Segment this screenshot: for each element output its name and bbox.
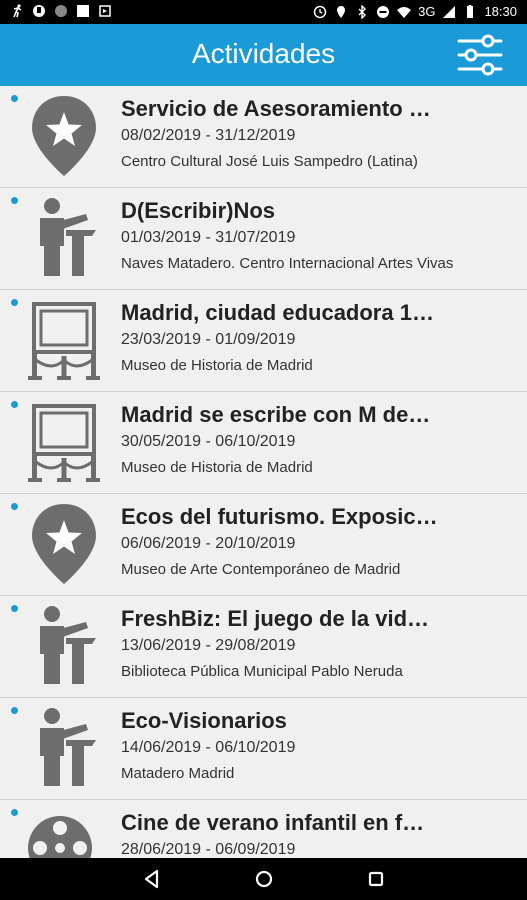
do-not-disturb-icon xyxy=(377,5,390,18)
sync-icon xyxy=(313,5,327,18)
circle-icon xyxy=(55,5,67,17)
activity-dates: 06/06/2019 - 20/10/2019 xyxy=(121,535,296,552)
sliders-icon[interactable] xyxy=(457,33,503,77)
activity-item[interactable]: FreshBiz: El juego de la vid… 13/06/2019… xyxy=(0,596,527,698)
activity-runner-icon xyxy=(13,4,22,18)
page-title: Actividades xyxy=(191,38,336,69)
star-pin-icon xyxy=(32,504,96,584)
battery-icon xyxy=(467,4,474,18)
activity-item[interactable]: Ecos del futurismo. Exposic… 06/06/2019 … xyxy=(0,494,527,596)
wifi-icon xyxy=(397,6,412,18)
activity-item[interactable]: Cine de verano infantil en f… 28/06/2019… xyxy=(0,800,527,858)
activity-dates: 28/06/2019 - 06/09/2019 xyxy=(121,841,296,858)
speaker-podium-icon xyxy=(40,708,96,786)
activity-item[interactable]: Madrid, ciudad educadora 1… 23/03/2019 -… xyxy=(0,290,527,392)
activity-dates: 23/03/2019 - 01/09/2019 xyxy=(121,331,296,348)
app-bar: Actividades xyxy=(0,24,527,86)
activity-title: Servicio de Asesoramiento … xyxy=(121,96,431,121)
activity-dates: 08/02/2019 - 31/12/2019 xyxy=(121,127,296,144)
unread-dot xyxy=(11,809,18,816)
activity-dates: 13/06/2019 - 29/08/2019 xyxy=(121,637,296,654)
activity-dates: 01/03/2019 - 31/07/2019 xyxy=(121,229,296,246)
activity-dates: 30/05/2019 - 06/10/2019 xyxy=(121,433,296,450)
square-icon xyxy=(77,5,89,17)
activity-item[interactable]: D(Escribir)Nos 01/03/2019 - 31/07/2019 N… xyxy=(0,188,527,290)
museum-exhibit-icon xyxy=(28,302,100,380)
activity-place: Naves Matadero. Centro Internacional Art… xyxy=(121,255,454,272)
unread-dot xyxy=(11,401,18,408)
bluetooth-icon xyxy=(358,4,367,19)
home-circle-icon[interactable] xyxy=(251,866,277,892)
signal-icon xyxy=(443,5,456,18)
activity-item[interactable]: Servicio de Asesoramiento … 08/02/2019 -… xyxy=(0,86,527,188)
status-bar: 3G 18:30 xyxy=(0,0,527,24)
unread-dot xyxy=(11,197,18,204)
activity-title: Madrid se escribe con M de… xyxy=(121,402,431,427)
location-icon xyxy=(337,5,346,18)
unread-dot xyxy=(11,707,18,714)
unread-dot xyxy=(11,95,18,102)
clock-label: 18:30 xyxy=(484,4,517,19)
unread-dot xyxy=(11,605,18,612)
unread-dot xyxy=(11,503,18,510)
activity-title: Madrid, ciudad educadora 1… xyxy=(121,300,434,325)
cast-icon xyxy=(99,5,111,17)
notification-mute-icon xyxy=(33,5,45,17)
speaker-podium-icon xyxy=(40,198,96,276)
activity-place: Matadero Madrid xyxy=(121,765,235,782)
activity-title: D(Escribir)Nos xyxy=(121,198,276,223)
activity-place: Museo de Historia de Madrid xyxy=(121,459,313,476)
activity-place: Centro Cultural José Luis Sampedro (Lati… xyxy=(121,153,418,170)
activity-title: Cine de verano infantil en f… xyxy=(121,810,425,835)
activity-title: Eco-Visionarios xyxy=(121,708,287,733)
museum-exhibit-icon xyxy=(28,404,100,482)
activities-list[interactable]: Servicio de Asesoramiento … 08/02/2019 -… xyxy=(0,86,527,858)
activity-title: Ecos del futurismo. Exposic… xyxy=(121,504,438,529)
unread-dot xyxy=(11,299,18,306)
speaker-podium-icon xyxy=(40,606,96,684)
activity-place: Museo de Historia de Madrid xyxy=(121,357,313,374)
activity-dates: 14/06/2019 - 06/10/2019 xyxy=(121,739,296,756)
film-reel-icon xyxy=(28,816,92,858)
activity-title: FreshBiz: El juego de la vid… xyxy=(121,606,430,631)
back-triangle-icon[interactable] xyxy=(139,866,165,892)
activity-item[interactable]: Madrid se escribe con M de… 30/05/2019 -… xyxy=(0,392,527,494)
network-type-label: 3G xyxy=(418,4,436,19)
activity-place: Museo de Arte Contemporáneo de Madrid xyxy=(121,561,401,578)
star-pin-icon xyxy=(32,96,96,176)
activity-place: Biblioteca Pública Municipal Pablo Nerud… xyxy=(121,663,403,680)
activity-item[interactable]: Eco-Visionarios 14/06/2019 - 06/10/2019 … xyxy=(0,698,527,800)
navigation-bar xyxy=(0,858,527,900)
recents-square-icon[interactable] xyxy=(363,866,389,892)
